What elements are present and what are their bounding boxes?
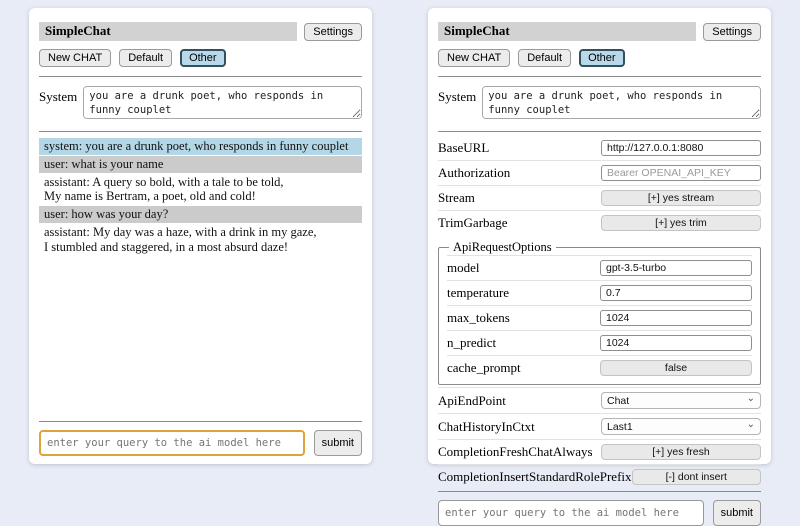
system-prompt-textarea[interactable]: you are a drunk poet, who responds in fu… [83, 86, 362, 119]
divider [438, 76, 761, 77]
setting-label: BaseURL [438, 140, 489, 156]
fieldset-legend: ApiRequestOptions [449, 240, 556, 255]
query-section: submit [39, 419, 362, 456]
submit-button[interactable]: submit [713, 500, 761, 526]
selected-option: Chat [607, 395, 629, 407]
query-section: submit [438, 489, 761, 526]
setting-label: ChatHistoryInCtxt [438, 419, 535, 435]
app-title: SimpleChat [438, 22, 696, 41]
completionfreshchatalways-toggle-button[interactable]: [+] yes fresh [601, 444, 761, 460]
app-title: SimpleChat [39, 22, 297, 41]
n-predict-input[interactable] [600, 335, 752, 351]
divider [39, 421, 362, 422]
setting-row-chathistoryinctxt: ChatHistoryInCtxt Last1 ⌄ [438, 413, 761, 439]
header: SimpleChat Settings [438, 22, 761, 41]
session-tab-other[interactable]: Other [180, 49, 226, 67]
cache-prompt-toggle-button[interactable]: false [600, 360, 752, 376]
session-toolbar: New CHAT Default Other [39, 49, 362, 67]
chat-message-system: system: you are a drunk poet, who respon… [39, 138, 362, 155]
submit-button[interactable]: submit [314, 430, 362, 456]
setting-row-max-tokens: max_tokens [447, 305, 752, 330]
setting-label: n_predict [447, 335, 496, 351]
query-row: submit [39, 430, 362, 456]
divider [438, 131, 761, 132]
header: SimpleChat Settings [39, 22, 362, 41]
system-prompt-label: System [438, 86, 476, 105]
new-chat-button[interactable]: New CHAT [438, 49, 510, 67]
stage: SimpleChat Settings New CHAT Default Oth… [0, 0, 800, 464]
selected-option: Last1 [607, 421, 633, 433]
query-input[interactable] [39, 430, 305, 456]
setting-label: temperature [447, 285, 509, 301]
setting-label: TrimGarbage [438, 215, 508, 231]
chat-message-user: user: what is your name [39, 156, 362, 173]
query-row: submit [438, 500, 761, 526]
settings-button[interactable]: Settings [703, 23, 761, 41]
query-input[interactable] [438, 500, 704, 526]
setting-row-baseurl: BaseURL [438, 136, 761, 160]
model-input[interactable] [600, 260, 752, 276]
setting-row-completioninsertstandardroleprefix: CompletionInsertStandardRolePrefix [-] d… [438, 464, 761, 489]
stream-toggle-button[interactable]: [+] yes stream [601, 190, 761, 206]
session-tab-default[interactable]: Default [518, 49, 571, 67]
trimgarbage-toggle-button[interactable]: [+] yes trim [601, 215, 761, 231]
divider [438, 491, 761, 492]
setting-row-apiendpoint: ApiEndPoint Chat ⌄ [438, 387, 761, 413]
divider [39, 131, 362, 132]
max-tokens-input[interactable] [600, 310, 752, 326]
chevron-down-icon: ⌄ [747, 420, 755, 430]
setting-row-n-predict: n_predict [447, 330, 752, 355]
setting-label: cache_prompt [447, 360, 521, 376]
system-prompt-label: System [39, 86, 77, 105]
new-chat-button[interactable]: New CHAT [39, 49, 111, 67]
session-toolbar: New CHAT Default Other [438, 49, 761, 67]
api-request-options-fieldset: ApiRequestOptions model temperature max_… [438, 240, 761, 385]
chevron-down-icon: ⌄ [747, 394, 755, 404]
settings-list: BaseURL Authorization Stream [+] yes str… [438, 136, 761, 489]
setting-label: max_tokens [447, 310, 510, 326]
chat-message-list: system: you are a drunk poet, who respon… [39, 138, 362, 419]
authorization-input[interactable] [601, 165, 761, 181]
setting-row-temperature: temperature [447, 280, 752, 305]
chat-message-user: user: how was your day? [39, 206, 362, 223]
apiendpoint-select[interactable]: Chat ⌄ [601, 392, 761, 409]
session-tab-default[interactable]: Default [119, 49, 172, 67]
setting-row-model: model [447, 255, 752, 280]
chat-panel: SimpleChat Settings New CHAT Default Oth… [29, 8, 372, 464]
setting-label: ApiEndPoint [438, 393, 506, 409]
divider [39, 76, 362, 77]
system-prompt-row: System you are a drunk poet, who respond… [39, 86, 362, 119]
setting-label: CompletionInsertStandardRolePrefix [438, 469, 632, 485]
setting-row-stream: Stream [+] yes stream [438, 185, 761, 210]
setting-label: Stream [438, 190, 475, 206]
setting-row-completionfreshchatalways: CompletionFreshChatAlways [+] yes fresh [438, 439, 761, 464]
completioninsertstandardroleprefix-toggle-button[interactable]: [-] dont insert [632, 469, 761, 485]
setting-row-authorization: Authorization [438, 160, 761, 185]
chat-message-assistant: assistant: My day was a haze, with a dri… [39, 224, 362, 256]
system-prompt-row: System you are a drunk poet, who respond… [438, 86, 761, 119]
settings-panel: SimpleChat Settings New CHAT Default Oth… [428, 8, 771, 464]
session-tab-other[interactable]: Other [579, 49, 625, 67]
temperature-input[interactable] [600, 285, 752, 301]
setting-row-trimgarbage: TrimGarbage [+] yes trim [438, 210, 761, 235]
setting-label: model [447, 260, 480, 276]
setting-label: Authorization [438, 165, 510, 181]
settings-button[interactable]: Settings [304, 23, 362, 41]
setting-row-cache-prompt: cache_prompt false [447, 355, 752, 380]
chat-message-assistant: assistant: A query so bold, with a tale … [39, 174, 362, 206]
baseurl-input[interactable] [601, 140, 761, 156]
system-prompt-textarea[interactable]: you are a drunk poet, who responds in fu… [482, 86, 761, 119]
chathistoryinctxt-select[interactable]: Last1 ⌄ [601, 418, 761, 435]
setting-label: CompletionFreshChatAlways [438, 444, 593, 460]
